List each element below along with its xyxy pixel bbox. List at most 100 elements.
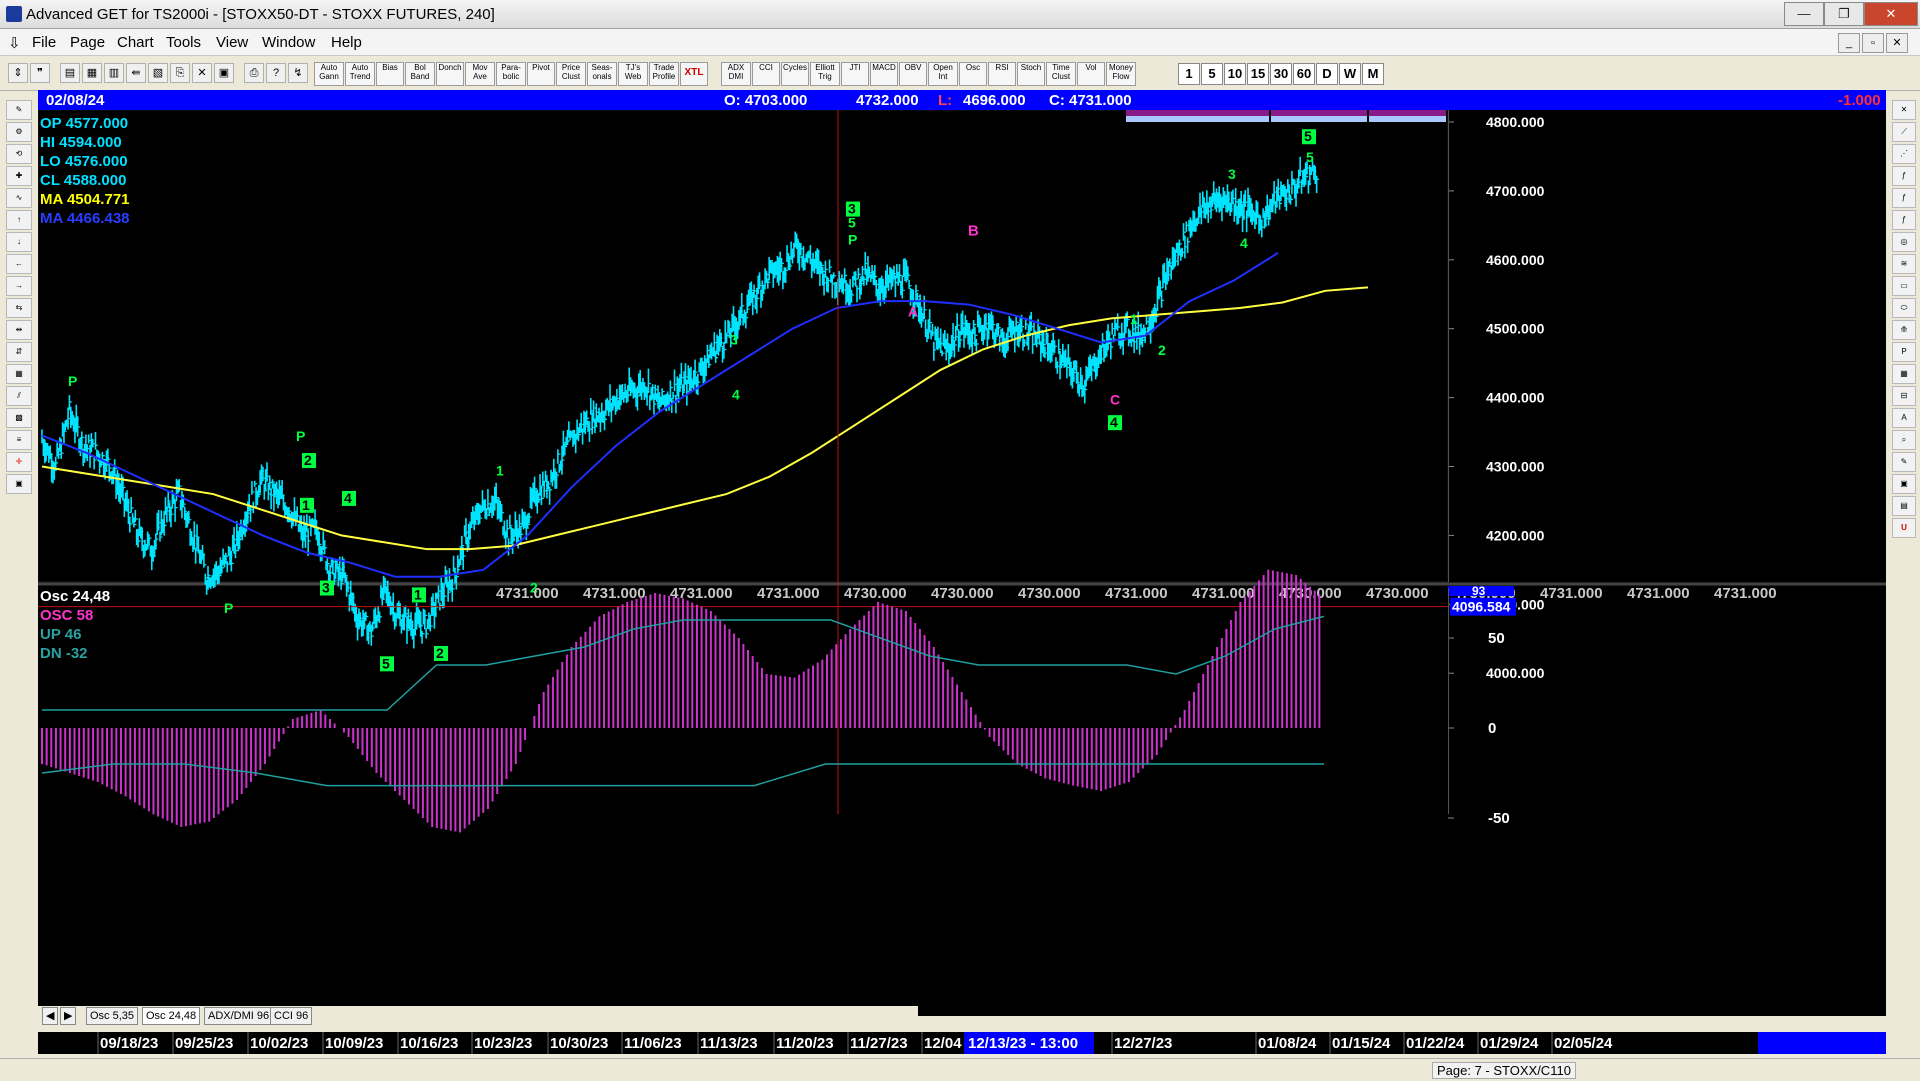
expand-icon[interactable]: ⇹ [6, 320, 32, 340]
menu-window[interactable]: Window [262, 34, 315, 51]
study-button-20[interactable]: Open Int [928, 62, 958, 86]
study-button-0[interactable]: Auto Gann [314, 62, 344, 86]
tab-next[interactable]: ▶ [60, 1007, 77, 1025]
gann-icon[interactable]: ▩ [6, 408, 32, 428]
menu-page[interactable]: Page [70, 34, 105, 51]
cursor-help-icon[interactable]: ↯ [288, 63, 308, 83]
tab-adx-dmi[interactable]: ADX/DMI 96 [204, 1007, 274, 1025]
ellipse-tool-icon[interactable]: ⬭ [1892, 298, 1916, 318]
study-button-12[interactable]: XTL [680, 62, 708, 86]
tab-osc-24-48[interactable]: Osc 24,48 [142, 1007, 201, 1025]
close-tool-icon[interactable]: ✕ [1892, 100, 1916, 120]
study-button-7[interactable]: Pivot [527, 62, 555, 86]
minimize-button[interactable]: — [1784, 2, 1824, 26]
study-button-6[interactable]: Para-bolic [496, 62, 526, 86]
study-button-18[interactable]: MACD [870, 62, 898, 86]
line-tool-icon[interactable]: ⟋ [1892, 122, 1916, 142]
reset-icon[interactable]: ⟲ [6, 144, 32, 164]
study-button-9[interactable]: Seas-onals [587, 62, 617, 86]
pin-icon[interactable]: ⇩ [8, 34, 21, 52]
arrow-up-icon[interactable]: ↑ [6, 210, 32, 230]
back-icon[interactable]: ⇚ [126, 63, 146, 83]
gear-icon[interactable]: ⚙ [6, 122, 32, 142]
mdi-close-button[interactable]: ✕ [1886, 33, 1908, 53]
undo-icon[interactable]: U [1892, 518, 1916, 538]
arrow-right-icon[interactable]: → [6, 276, 32, 296]
elliott-icon[interactable]: ∿ [6, 188, 32, 208]
close-button[interactable]: ✕ [1864, 2, 1918, 26]
study-button-11[interactable]: Trade Profile [649, 62, 679, 86]
fib-ret-icon[interactable]: ƒ [1892, 166, 1916, 186]
study-button-24[interactable]: Time Clust [1046, 62, 1076, 86]
interval-1[interactable]: 1 [1178, 63, 1200, 85]
crosshair-icon[interactable]: ✛ [6, 452, 32, 472]
study-button-8[interactable]: Price Clust [556, 62, 586, 86]
rect-tool-icon[interactable]: ▭ [1892, 276, 1916, 296]
study-icon[interactable]: ✚ [6, 166, 32, 186]
new-page-icon[interactable]: ▤ [60, 63, 80, 83]
lines-icon[interactable]: ⫽ [6, 386, 32, 406]
pointer-icon[interactable]: ⇕ [8, 63, 28, 83]
fan-tool-icon[interactable]: ≋ [1892, 254, 1916, 274]
swap-icon[interactable]: ⇆ [6, 298, 32, 318]
box-icon[interactable]: ▣ [1892, 474, 1916, 494]
arrow-tool-icon[interactable]: ⟰ [1892, 320, 1916, 340]
printer-icon[interactable]: ⎙ [244, 63, 264, 83]
arrow-down-icon[interactable]: ↓ [6, 232, 32, 252]
study-button-14[interactable]: CCI [752, 62, 780, 86]
chart-icon[interactable]: ⎘ [170, 63, 190, 83]
restore-button[interactable]: ❐ [1824, 2, 1864, 26]
study-button-10[interactable]: TJ's Web [618, 62, 648, 86]
grid-icon[interactable]: ▧ [148, 63, 168, 83]
channel-tool-icon[interactable]: ⋰ [1892, 144, 1916, 164]
study-button-21[interactable]: Osc [959, 62, 987, 86]
study-button-23[interactable]: Stoch [1017, 62, 1045, 86]
interval-W[interactable]: W [1339, 63, 1361, 85]
interval-30[interactable]: 30 [1270, 63, 1292, 85]
menu-view[interactable]: View [216, 34, 248, 51]
table-icon[interactable]: ▤ [1892, 496, 1916, 516]
study-button-1[interactable]: Auto Trend [345, 62, 375, 86]
zoom-icon[interactable]: ⌕ [1892, 430, 1916, 450]
quote-icon[interactable]: ❞ [30, 63, 50, 83]
marker-icon[interactable]: ✎ [1892, 452, 1916, 472]
compress-icon[interactable]: ⇵ [6, 342, 32, 362]
fib-icon[interactable]: ≡ [6, 430, 32, 450]
interval-60[interactable]: 60 [1293, 63, 1315, 85]
study-button-4[interactable]: Donch [436, 62, 464, 86]
interval-15[interactable]: 15 [1247, 63, 1269, 85]
delete-icon[interactable]: ✕ [192, 63, 212, 83]
print-icon[interactable]: ▥ [104, 63, 124, 83]
study-button-2[interactable]: Bias [376, 62, 404, 86]
tab-prev[interactable]: ◀ [42, 1007, 59, 1025]
fib-ext-icon[interactable]: ƒ [1892, 188, 1916, 208]
interval-10[interactable]: 10 [1224, 63, 1246, 85]
grid-icon[interactable]: ▦ [1892, 364, 1916, 384]
tab-cci[interactable]: CCI 96 [270, 1007, 313, 1025]
study-button-25[interactable]: Vol [1077, 62, 1105, 86]
study-button-13[interactable]: ADX DMI [721, 62, 751, 86]
menu-file[interactable]: File [32, 34, 56, 51]
study-button-16[interactable]: Elliott Trig [810, 62, 840, 86]
grid-tool-icon[interactable]: ▦ [6, 364, 32, 384]
study-button-5[interactable]: Mov Ave [465, 62, 495, 86]
pencil-icon[interactable]: ✎ [6, 100, 32, 120]
study-button-3[interactable]: Bol Band [405, 62, 435, 86]
mdi-minimize-button[interactable]: _ [1838, 33, 1860, 53]
fib-time-icon[interactable]: ƒ [1892, 210, 1916, 230]
camera-icon[interactable]: ▣ [6, 474, 32, 494]
arrow-left-icon[interactable]: ← [6, 254, 32, 274]
window-icon[interactable]: ▣ [214, 63, 234, 83]
copy-icon[interactable]: ▦ [82, 63, 102, 83]
mob-icon[interactable]: ⊟ [1892, 386, 1916, 406]
tab-osc-5-35[interactable]: Osc 5,35 [86, 1007, 139, 1025]
menu-help[interactable]: Help [331, 34, 362, 51]
price-and-oscillator-chart[interactable]: 4000.0004100.0004200.0004300.0004400.000… [38, 110, 1886, 1016]
help-icon[interactable]: ? [266, 63, 286, 83]
interval-D[interactable]: D [1316, 63, 1338, 85]
interval-5[interactable]: 5 [1201, 63, 1223, 85]
circle-tool-icon[interactable]: ◎ [1892, 232, 1916, 252]
study-button-22[interactable]: RSI [988, 62, 1016, 86]
study-button-19[interactable]: OBV [899, 62, 927, 86]
menu-chart[interactable]: Chart [117, 34, 154, 51]
